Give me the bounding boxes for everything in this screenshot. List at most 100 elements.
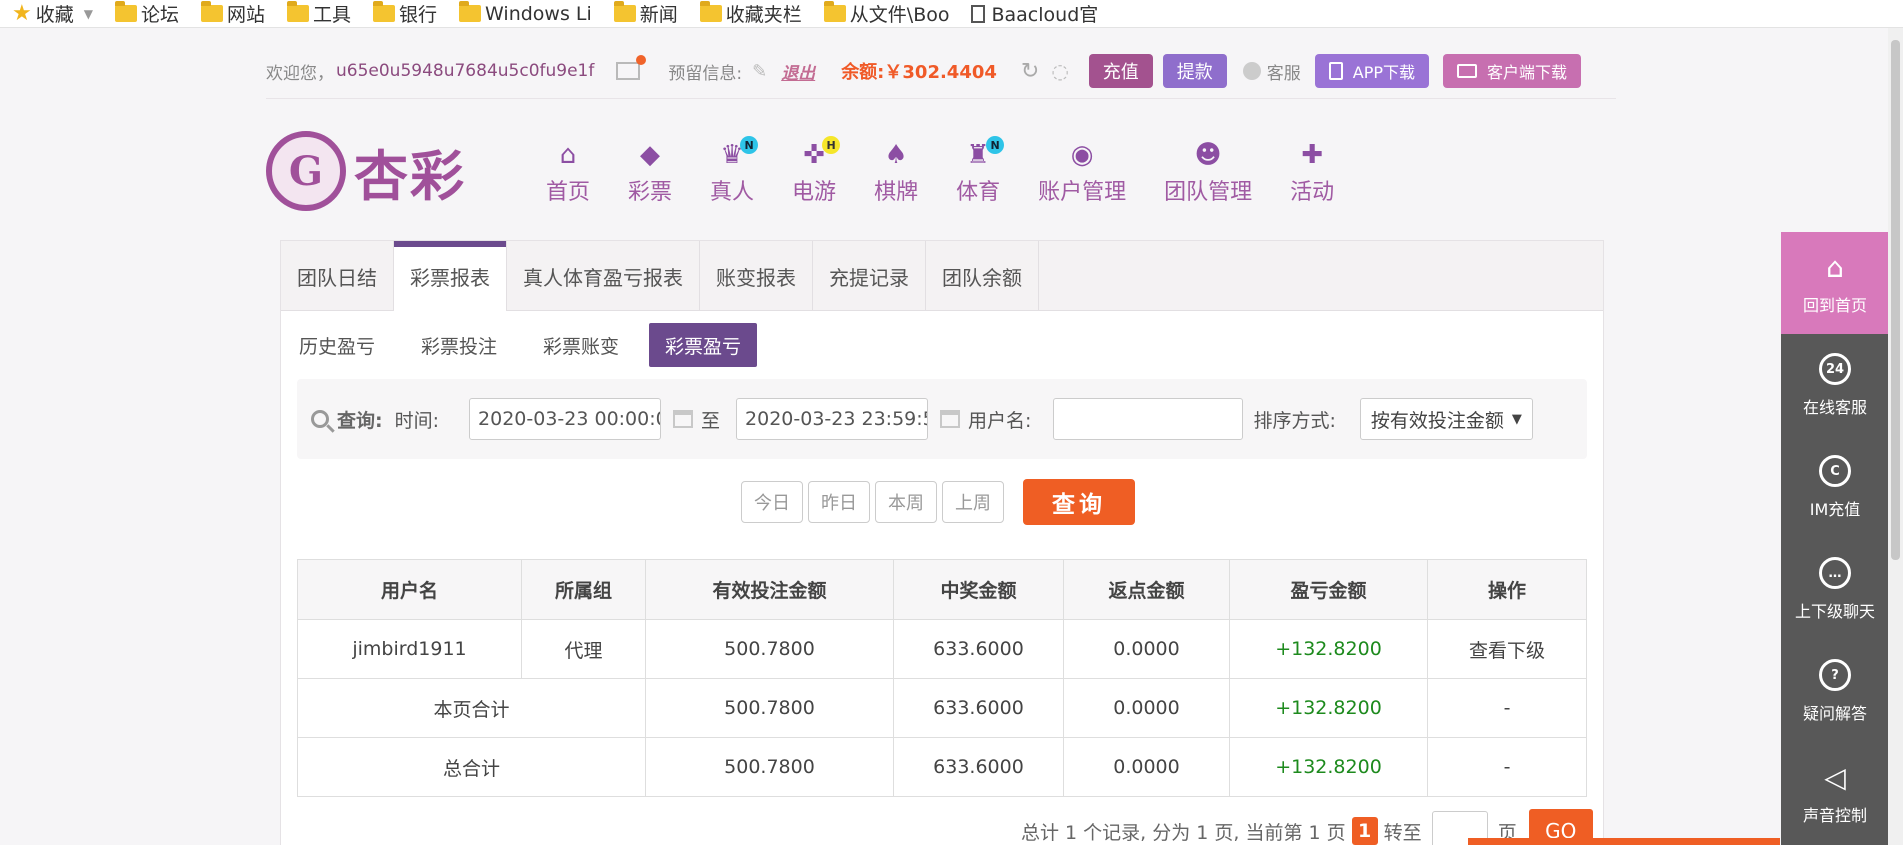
- nav-item-3[interactable]: ✜ H 电游: [792, 136, 841, 210]
- time-label: 时间:: [394, 409, 440, 432]
- report-tabs: 团队日结 彩票报表 真人体育盈亏报表 账变报表 充提记录 团队余额: [281, 241, 1603, 311]
- sidebar-faq[interactable]: ? 疑问解答: [1781, 640, 1889, 742]
- this-week-button[interactable]: 本周: [875, 481, 937, 523]
- bookmark-folder[interactable]: 从文件\Boo: [823, 0, 949, 28]
- recharge-button[interactable]: 充值: [1088, 54, 1153, 88]
- nav-item-4[interactable]: ♠ 棋牌: [874, 140, 918, 210]
- nav-item-7[interactable]: ☻ 团队管理: [1164, 140, 1252, 210]
- query-button[interactable]: 查询: [1023, 479, 1135, 525]
- subtab-0[interactable]: 历史盈亏: [283, 323, 391, 367]
- eye-hidden-icon[interactable]: ◌: [1051, 59, 1068, 83]
- bookmark-folder[interactable]: Windows Li: [459, 0, 592, 28]
- app-download-button[interactable]: APP下载: [1314, 54, 1430, 88]
- page-total-row: 本页合计 500.7800 633.6000 0.0000 +132.8200 …: [297, 678, 1587, 738]
- bookmarks-bar: ★ 收藏 ▼ 论坛 网站 工具 银行 Windows Li 新闻 收藏夹栏 从文件\…: [0, 0, 1903, 28]
- bookmark-folder[interactable]: 工具: [287, 0, 351, 28]
- speaker-icon: ◁: [1824, 760, 1846, 794]
- welcome-text: 欢迎您，: [266, 63, 334, 84]
- sort-select[interactable]: 按有效投注金额 ▼: [1359, 398, 1533, 440]
- column-header: 操作: [1427, 559, 1587, 620]
- filter-bar: 查询: 时间: 2020-03-23 00:00:00 至 2020-03-23…: [297, 379, 1587, 459]
- sidebar-sound-control[interactable]: ◁ 声音控制: [1781, 742, 1889, 844]
- bookmark-folder[interactable]: 银行: [373, 0, 437, 28]
- view-subordinates-link[interactable]: 查看下级: [1427, 619, 1587, 679]
- logo-text: 杏彩: [354, 143, 466, 208]
- cell-group: 代理: [521, 619, 646, 679]
- subtab-3[interactable]: 彩票盈亏: [649, 323, 758, 367]
- nav-item-6[interactable]: ◉ 账户管理: [1038, 140, 1126, 210]
- tab-3[interactable]: 账变报表: [700, 241, 813, 311]
- subtab-1[interactable]: 彩票投注: [405, 323, 513, 367]
- nav-item-2[interactable]: ♛ N 真人: [710, 136, 759, 210]
- nav-badge: N: [740, 136, 759, 154]
- home-icon: ⌂: [559, 140, 577, 170]
- subtab-2[interactable]: 彩票账变: [527, 323, 635, 367]
- nav-item-0[interactable]: ⌂ 首页: [546, 140, 590, 210]
- end-time-input[interactable]: 2020-03-23 23:59:59: [736, 398, 929, 440]
- tab-5[interactable]: 团队余额: [926, 241, 1039, 311]
- edit-icon[interactable]: ✎: [752, 61, 767, 82]
- column-header: 用户名: [297, 559, 522, 620]
- sidebar-back-home[interactable]: ⌂ 回到首页: [1781, 232, 1889, 334]
- cards-icon: ♠: [884, 140, 908, 170]
- search-icon: [311, 410, 329, 428]
- chevron-down-icon: ▼: [83, 6, 93, 21]
- bookmark-favorites[interactable]: ★ 收藏 ▼: [12, 0, 93, 28]
- folder-icon: [459, 1, 482, 22]
- nav-item-8[interactable]: ✚ 活动: [1290, 140, 1334, 210]
- mail-icon[interactable]: [616, 55, 647, 80]
- yesterday-button[interactable]: 昨日: [808, 481, 870, 523]
- bookmark-folder[interactable]: 收藏夹栏: [699, 0, 802, 28]
- refresh-icon[interactable]: ↻: [1021, 59, 1039, 84]
- nav-label: 团队管理: [1164, 180, 1253, 205]
- tab-4[interactable]: 充提记录: [813, 241, 926, 311]
- grand-total-row: 总合计 500.7800 633.6000 0.0000 +132.8200 -: [297, 737, 1587, 797]
- column-header: 中奖金额: [893, 559, 1064, 620]
- balance: 余额:￥302.4404: [841, 62, 997, 83]
- sidebar-im-recharge[interactable]: C IM充值: [1781, 436, 1889, 538]
- report-table: 用户名 所属组 有效投注金额 中奖金额 返点金额 盈亏金额 操作 jimbird…: [297, 559, 1587, 797]
- scrollbar-thumb[interactable]: [1891, 40, 1900, 560]
- bookmark-page[interactable]: Baacloud官: [971, 0, 1098, 28]
- start-time-input[interactable]: 2020-03-23 00:00:00: [469, 398, 662, 440]
- logout-link[interactable]: 退出: [781, 59, 815, 84]
- nav-item-1[interactable]: ◆ 彩票: [628, 140, 672, 210]
- username-label: 用户名:: [968, 409, 1032, 432]
- cell-action: -: [1427, 678, 1587, 738]
- sidebar-chat[interactable]: … 上下级聊天: [1781, 538, 1889, 640]
- monitor-icon: [1457, 64, 1478, 78]
- withdraw-button[interactable]: 提款: [1162, 54, 1227, 88]
- customer-service-link[interactable]: 客服: [1242, 59, 1301, 84]
- column-header: 有效投注金额: [645, 559, 894, 620]
- current-page[interactable]: 1: [1351, 817, 1378, 845]
- nav-label: 首页: [546, 180, 591, 205]
- cell-rebate: 0.0000: [1063, 678, 1230, 738]
- username: u65e0u5948u7684u5c0fu9e1f: [336, 61, 595, 81]
- folder-icon: [823, 1, 846, 22]
- quick-range: 今日 昨日 本周 上周 查询: [741, 479, 1135, 525]
- cell-profit-loss: +132.8200: [1229, 678, 1428, 738]
- cell-valid-bet: 500.7800: [645, 678, 894, 738]
- nav-label: 真人: [710, 180, 755, 205]
- cell-valid-bet: 500.7800: [645, 619, 894, 679]
- bookmark-folder[interactable]: 新闻: [613, 0, 678, 28]
- sidebar-online-service[interactable]: 24 在线客服: [1781, 334, 1889, 436]
- bookmark-folder[interactable]: 论坛: [114, 0, 179, 28]
- tab-1[interactable]: 彩票报表: [394, 241, 507, 311]
- gift-icon: ✚: [1301, 140, 1324, 170]
- calendar-icon[interactable]: [940, 410, 961, 428]
- cell-username: jimbird1911: [297, 619, 522, 679]
- tab-0[interactable]: 团队日结: [281, 241, 394, 311]
- last-week-button[interactable]: 上周: [942, 481, 1004, 523]
- cell-rebate: 0.0000: [1063, 619, 1230, 679]
- site-logo[interactable]: G 杏彩: [266, 128, 476, 214]
- bookmark-folder[interactable]: 网站: [201, 0, 265, 28]
- username-input[interactable]: [1053, 398, 1244, 440]
- calendar-icon[interactable]: [673, 410, 694, 428]
- today-button[interactable]: 今日: [741, 481, 803, 523]
- nav-item-5[interactable]: ♜ N 体育: [956, 136, 1005, 210]
- query-label: 查询:: [337, 409, 383, 432]
- phone-icon: [1328, 62, 1343, 80]
- tab-2[interactable]: 真人体育盈亏报表: [507, 241, 700, 311]
- client-download-button[interactable]: 客户端下载: [1443, 54, 1582, 88]
